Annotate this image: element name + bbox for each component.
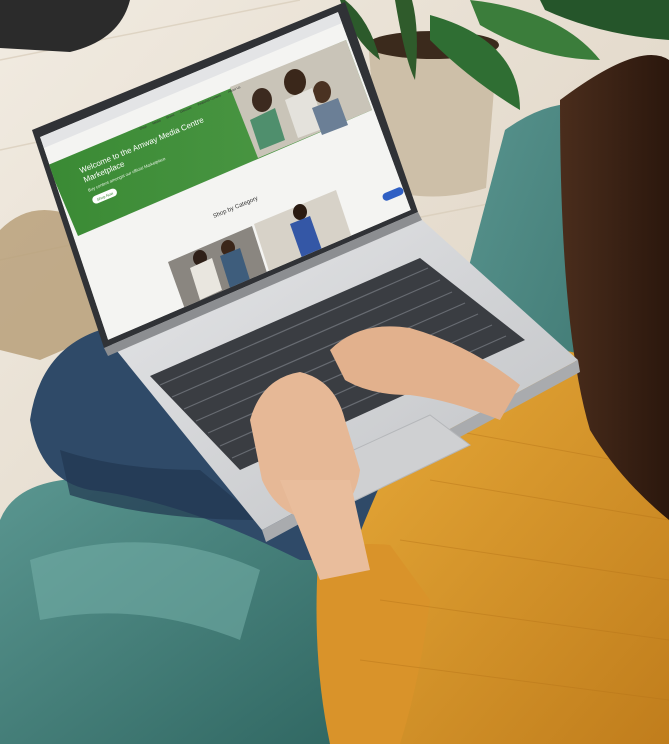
photo-scene: Welcome to the Amway Media Centre Market… [0, 0, 669, 744]
photo-illustration: Welcome to the Amway Media Centre Market… [0, 0, 669, 744]
